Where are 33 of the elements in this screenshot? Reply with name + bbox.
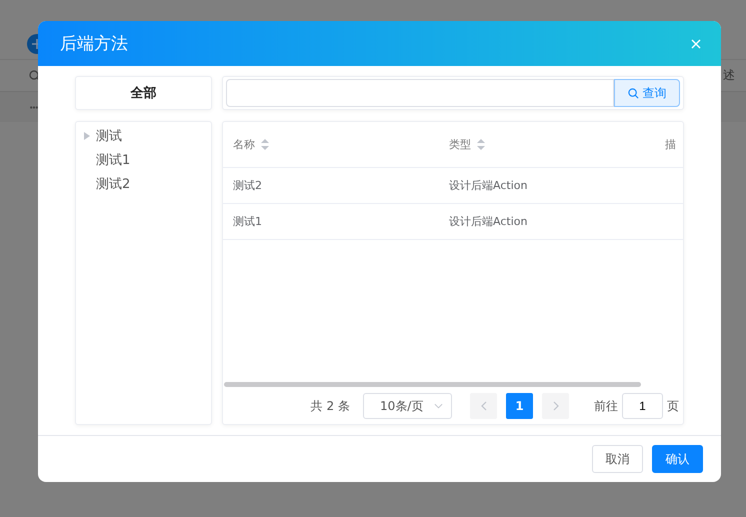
search-icon: [628, 88, 638, 98]
chevron-right-icon: [552, 401, 558, 411]
column-header[interactable]: 名称: [233, 137, 255, 152]
confirm-button[interactable]: 确认: [652, 445, 703, 473]
table-cell: 设计后端Action: [449, 178, 528, 193]
column-header[interactable]: 描: [665, 137, 676, 152]
column-header: 述: [723, 67, 735, 84]
table-cell: 测试1: [233, 214, 262, 229]
sort-icon[interactable]: [261, 139, 269, 150]
scrollbar-thumb[interactable]: [224, 382, 641, 387]
page-suffix: 页: [667, 398, 679, 414]
tree-node[interactable]: 测试1: [84, 148, 211, 172]
search-field[interactable]: [226, 79, 614, 107]
tree-node[interactable]: 测试: [84, 124, 211, 148]
caret-icon[interactable]: [84, 132, 90, 140]
dialog-title: 后端方法: [60, 33, 128, 55]
column-header[interactable]: 类型: [449, 137, 471, 152]
sort-icon[interactable]: [477, 139, 485, 150]
table-cell: 测试2: [233, 178, 262, 193]
close-icon[interactable]: [691, 38, 701, 48]
tree-node[interactable]: 测试2: [84, 172, 211, 196]
goto-label: 前往: [594, 398, 618, 414]
search-icon: [29, 70, 41, 82]
total-count: 共 2 条: [310, 398, 350, 414]
page-size-select[interactable]: 10条/页: [363, 393, 452, 419]
page-number-field[interactable]: 1: [622, 393, 663, 419]
cancel-button[interactable]: 取消: [592, 445, 643, 473]
chevron-left-icon: [480, 401, 486, 411]
chevron-down-icon: [434, 403, 443, 409]
page-button[interactable]: 1: [506, 393, 533, 419]
category-tab[interactable]: 全部: [75, 76, 212, 110]
more-icon: [30, 106, 38, 108]
table-cell: 设计后端Action: [449, 214, 528, 229]
